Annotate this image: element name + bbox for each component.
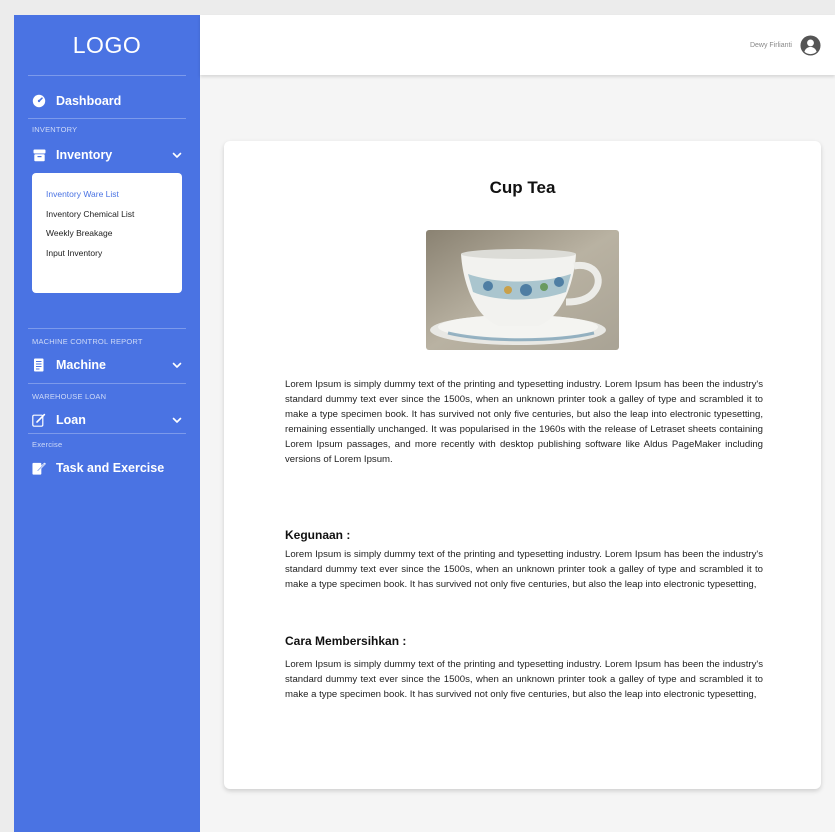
detail-card: Cup Tea Lorem Ipsum is simply dummy text… bbox=[224, 141, 821, 789]
sidebar-item-label: Dashboard bbox=[56, 94, 122, 108]
user-menu[interactable]: Dewy Firlianti bbox=[750, 35, 821, 56]
logo[interactable]: LOGO bbox=[14, 15, 200, 75]
chevron-down-icon[interactable] bbox=[172, 150, 182, 160]
section-label-machine: MACHINE CONTROL REPORT bbox=[32, 337, 143, 346]
page-title: Cup Tea bbox=[489, 178, 556, 197]
document-icon bbox=[32, 358, 46, 372]
sidebar-item-label: Machine bbox=[56, 358, 107, 372]
sidebar-item-machine[interactable]: Machine bbox=[14, 352, 200, 378]
cara-membersihkan-text: Lorem Ipsum is simply dummy text of the … bbox=[285, 659, 763, 700]
sidebar-item-inventory[interactable]: Inventory bbox=[14, 142, 200, 168]
submenu-item-input-inventory[interactable]: Input Inventory bbox=[46, 246, 168, 266]
inventory-submenu: Inventory Ware List Inventory Chemical L… bbox=[32, 173, 182, 293]
user-avatar-icon[interactable] bbox=[800, 35, 821, 56]
submenu-item-weekly-breakage[interactable]: Weekly Breakage bbox=[46, 226, 168, 246]
section-label-warehouse: WAREHOUSE LOAN bbox=[32, 392, 107, 401]
kegunaan-text: Lorem Ipsum is simply dummy text of the … bbox=[285, 549, 763, 590]
description-text: Lorem Ipsum is simply dummy text of the … bbox=[285, 379, 763, 465]
chevron-down-icon[interactable] bbox=[172, 415, 182, 425]
sidebar-item-label: Loan bbox=[56, 413, 86, 427]
task-pen-icon bbox=[32, 461, 46, 475]
chevron-down-icon[interactable] bbox=[172, 360, 182, 370]
sidebar: LOGO Dashboard INVENTORY Inventory Inven… bbox=[14, 15, 200, 832]
cup-tea-photo bbox=[426, 230, 619, 350]
app-frame: LOGO Dashboard INVENTORY Inventory Inven… bbox=[14, 15, 835, 832]
archive-box-icon bbox=[32, 148, 46, 162]
sidebar-item-task-and-exercise[interactable]: Task and Exercise bbox=[14, 455, 200, 481]
section-label-inventory: INVENTORY bbox=[32, 125, 78, 134]
section-label-exercise: Exercise bbox=[32, 440, 63, 449]
sidebar-item-label: Inventory bbox=[56, 148, 113, 162]
user-name: Dewy Firlianti bbox=[749, 42, 792, 49]
submenu-item-inventory-ware-list[interactable]: Inventory Ware List bbox=[46, 187, 168, 207]
edit-icon bbox=[32, 413, 46, 427]
sidebar-item-label: Task and Exercise bbox=[56, 461, 165, 475]
top-header: Dewy Firlianti bbox=[200, 15, 835, 75]
speedometer-icon bbox=[32, 94, 46, 108]
sidebar-item-dashboard[interactable]: Dashboard bbox=[14, 88, 200, 114]
cara-membersihkan-heading: Cara Membersihkan : bbox=[285, 634, 407, 648]
kegunaan-heading: Kegunaan : bbox=[285, 528, 351, 542]
sidebar-item-loan[interactable]: Loan bbox=[14, 407, 200, 433]
submenu-item-inventory-chemical-list[interactable]: Inventory Chemical List bbox=[46, 207, 168, 227]
cup-tea-image bbox=[426, 230, 619, 350]
